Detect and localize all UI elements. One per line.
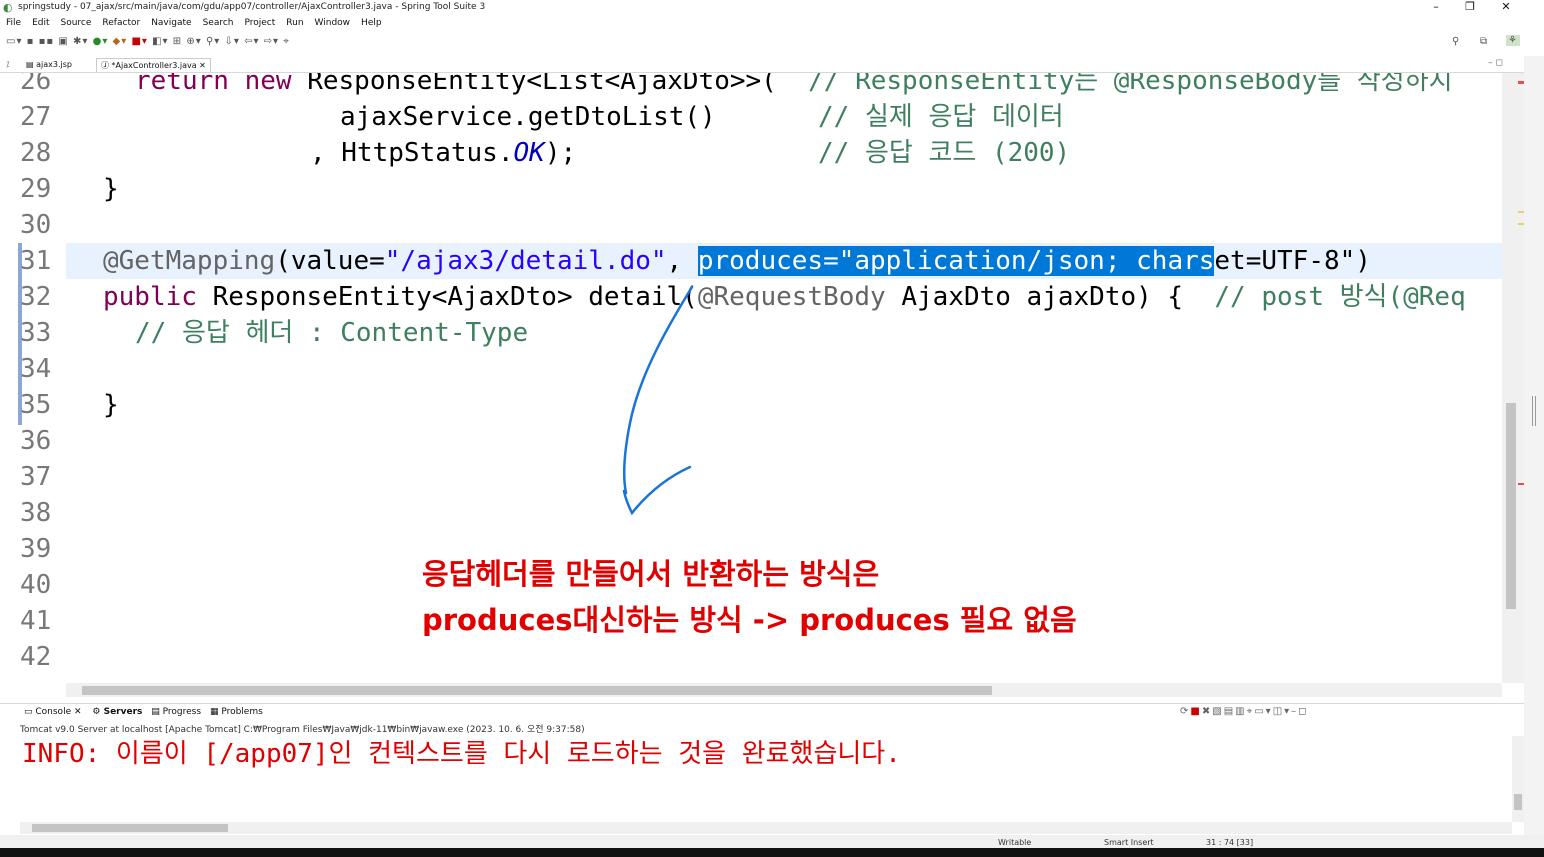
restore-button[interactable]: ❐ [1452, 0, 1488, 16]
java-file-icon: Ⓙ [101, 61, 112, 70]
spring-perspective-icon[interactable]: ⚘ [1506, 35, 1520, 46]
editor-horizontal-scrollbar[interactable] [66, 683, 1502, 697]
display-console-icon[interactable]: ▭▾ [1254, 706, 1272, 717]
menu-edit[interactable]: Edit [32, 18, 49, 28]
search-tool-icon[interactable]: ⚲▾ [206, 36, 220, 47]
scrollbar-thumb[interactable] [82, 686, 992, 695]
pin-icon[interactable]: ⌖ [283, 36, 290, 47]
scrollbar-thumb[interactable] [32, 824, 228, 832]
status-insert-mode: Smart Insert [1104, 838, 1154, 847]
server-icon[interactable]: ◧▾ [152, 36, 168, 47]
editor-vertical-scrollbar[interactable] [1502, 73, 1524, 683]
status-cursor-position: 31 : 74 [33] [1206, 838, 1254, 847]
jsp-file-icon: ▤ [26, 60, 37, 69]
scrollbar-thumb[interactable] [1506, 403, 1516, 609]
annotation-note-line-1: 응답헤더를 만들어서 반환하는 방식은 [422, 557, 880, 591]
servers-icon: ⚙ [92, 707, 104, 717]
menu-bar: File Edit Source Refactor Navigate Search Proj… [0, 16, 1544, 32]
stop-icon[interactable]: ■▾ [131, 36, 147, 47]
terminate-icon[interactable]: ■ [1190, 706, 1201, 717]
new-package-icon[interactable]: ⊞ [173, 36, 182, 47]
tab-ajax3-jsp[interactable]: ▤ ajax3.jsp [22, 58, 76, 72]
tab-servers[interactable]: ⚙ Servers [92, 707, 142, 717]
console-output[interactable]: INFO: 이름이 [/app07]인 컨텍스트를 다시 로드하는 것을 완료했… [0, 736, 1524, 834]
app-logo-icon: ◐ [3, 1, 13, 14]
search-icon[interactable]: ⚲ [1452, 36, 1460, 47]
menu-source[interactable]: Source [61, 18, 92, 28]
print-icon[interactable]: ▣ [58, 36, 68, 47]
debug-icon[interactable]: ✱▾ [73, 36, 88, 47]
tab-problems[interactable]: ▦ Problems [210, 707, 263, 717]
forward-icon[interactable]: ⇨▾ [264, 36, 279, 47]
menu-run[interactable]: Run [286, 18, 303, 28]
save-icon[interactable]: ▪ [27, 36, 35, 47]
minimize-button[interactable]: – [1418, 0, 1454, 16]
close-button[interactable]: ✕ [1488, 0, 1524, 16]
scroll-lock-icon[interactable]: ▤ [1224, 706, 1235, 717]
menu-file[interactable]: File [6, 18, 21, 28]
tab-ajaxcontroller3-java[interactable]: Ⓙ *AjaxController3.java ✕ [96, 58, 211, 72]
progress-icon: ▤ [151, 707, 163, 717]
console-toolbar: ⟳■✖▧▤▥⌖▭▾◫▾–◻ [1180, 706, 1308, 717]
save-all-icon[interactable]: ▪▪ [39, 36, 55, 47]
open-type-icon[interactable]: ⊕▾ [186, 36, 201, 47]
console-icon: ▭ [24, 707, 36, 717]
taskbar-strip [0, 848, 1544, 857]
code-editor[interactable]: 26 27 28 29 30 31 32 33 34 35 36 37 38 3… [0, 73, 1502, 683]
editor-menu-icon[interactable]: ⁒ [2, 58, 14, 72]
toolbar: ▭▾ ▪ ▪▪ ▣ ✱▾ ●▾ ◆▾ ■▾ ◧▾ ⊞ ⊕▾ ⚲▾ ⇩▾ ⇦▾ ⇨… [0, 33, 1544, 53]
console-tab-bar: ▭ Console ✕ ⚙ Servers ▤ Progress ▦ Probl… [0, 703, 1524, 721]
tab-console[interactable]: ▭ Console ✕ [24, 707, 82, 717]
maximize-console-icon[interactable]: ◻ [1298, 706, 1308, 717]
editor-tab-bar: ⁒ ▤ ajax3.jsp Ⓙ *AjaxController3.java ✕ … [0, 56, 1524, 73]
console-vertical-scrollbar[interactable] [1512, 736, 1524, 822]
external-tools-icon[interactable]: ◆▾ [113, 36, 128, 47]
menu-project[interactable]: Project [244, 18, 275, 28]
minimize-editor-icon[interactable]: – ◻ [1488, 58, 1503, 68]
tab-label: *AjaxController3.java [111, 61, 197, 70]
status-writable: Writable [998, 838, 1032, 847]
run-icon[interactable]: ●▾ [93, 36, 109, 47]
window-title: springstudy - 07_ajax/src/main/java/com/… [18, 2, 486, 12]
console-description: Tomcat v9.0 Server at localhost [Apache … [20, 725, 585, 735]
new-icon[interactable]: ▭▾ [6, 36, 22, 47]
menu-navigate[interactable]: Navigate [151, 18, 191, 28]
clear-console-icon[interactable]: ▧ [1212, 706, 1223, 717]
annotation-note-line-2: produces대신하는 방식 -> produces 필요 없음 [422, 603, 1077, 637]
splitter-handle[interactable] [1532, 396, 1536, 426]
menu-window[interactable]: Window [315, 18, 351, 28]
console-horizontal-scrollbar[interactable] [20, 822, 1512, 834]
tab-progress[interactable]: ▤ Progress [151, 707, 201, 717]
open-perspective-icon[interactable]: ⧉ [1480, 36, 1488, 47]
menu-search[interactable]: Search [203, 18, 234, 28]
menu-refactor[interactable]: Refactor [102, 18, 140, 28]
menu-help[interactable]: Help [361, 18, 382, 28]
word-wrap-icon[interactable]: ▥ [1235, 706, 1246, 717]
title-bar: ◐ springstudy - 07_ajax/src/main/java/co… [0, 0, 1544, 16]
close-tab-icon[interactable]: ✕ [197, 61, 206, 70]
scrollbar-thumb[interactable] [1514, 794, 1522, 810]
open-console-icon[interactable]: ◫▾ [1273, 706, 1291, 717]
prev-annotation-icon[interactable]: ⇩▾ [224, 36, 239, 47]
problems-icon: ▦ [209, 707, 222, 717]
console-line: INFO: 이름이 [/app07]인 컨텍스트를 다시 로드하는 것을 완료했… [22, 739, 901, 769]
right-trim-panel [1524, 56, 1544, 856]
tab-label: ajax3.jsp [36, 60, 72, 69]
restart-icon[interactable]: ⟳ [1180, 706, 1190, 717]
remove-launch-icon[interactable]: ✖ [1202, 706, 1212, 717]
back-icon[interactable]: ⇦▾ [244, 36, 259, 47]
